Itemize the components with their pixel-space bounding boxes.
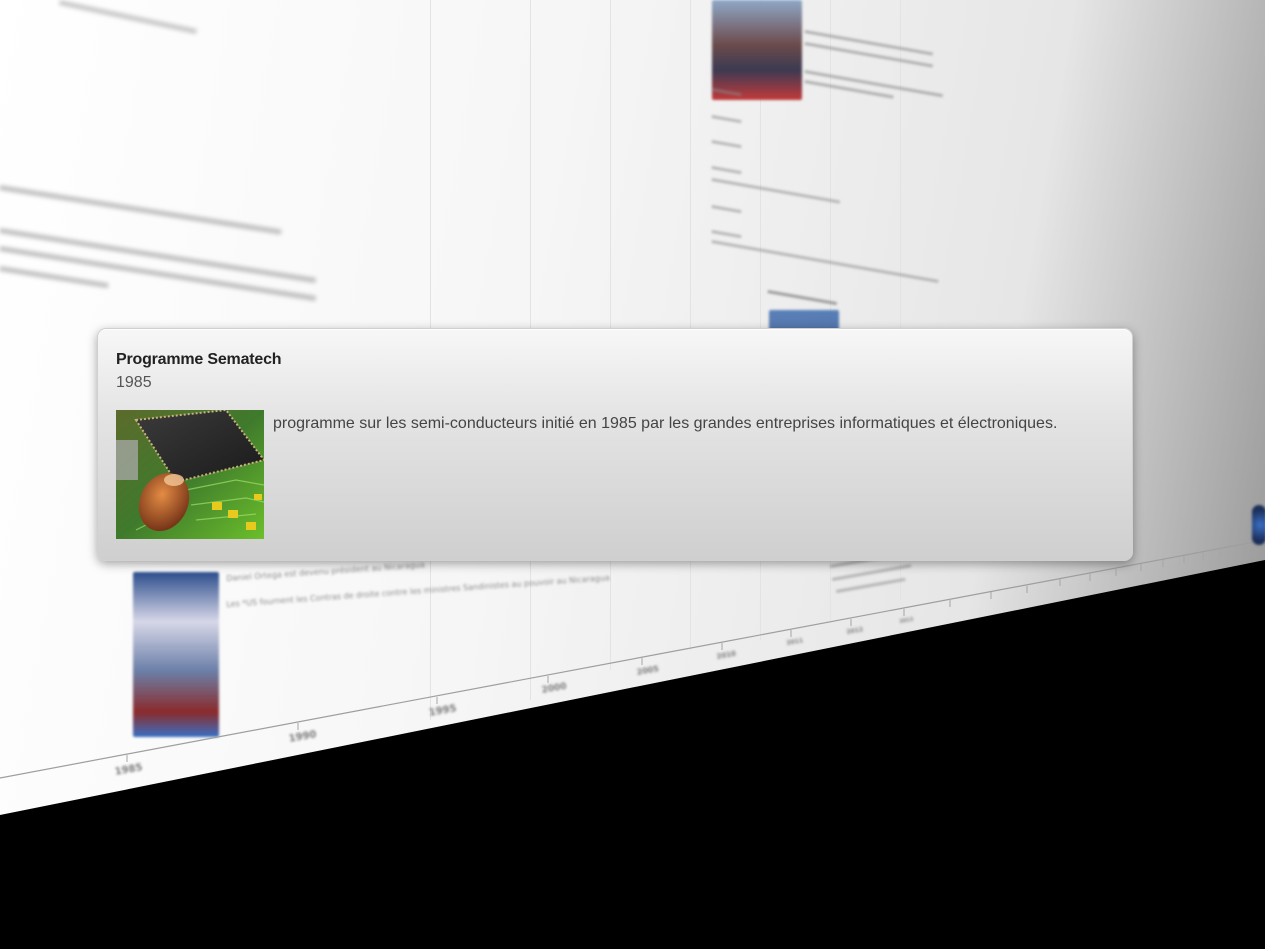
- event-title: Programme Sematech: [116, 351, 282, 368]
- event-description: programme sur les semi-conducteurs initi…: [273, 415, 1058, 432]
- app-logo[interactable]: [1252, 505, 1265, 545]
- timeline-viewport: Daniel Ortega est devenu président au Ni…: [0, 0, 1265, 949]
- event-detail-card[interactable]: Programme Sematech 1985 programme sur le…: [97, 328, 1133, 561]
- event-year: 1985: [116, 374, 152, 391]
- circuit-board-photo-icon: [116, 410, 264, 539]
